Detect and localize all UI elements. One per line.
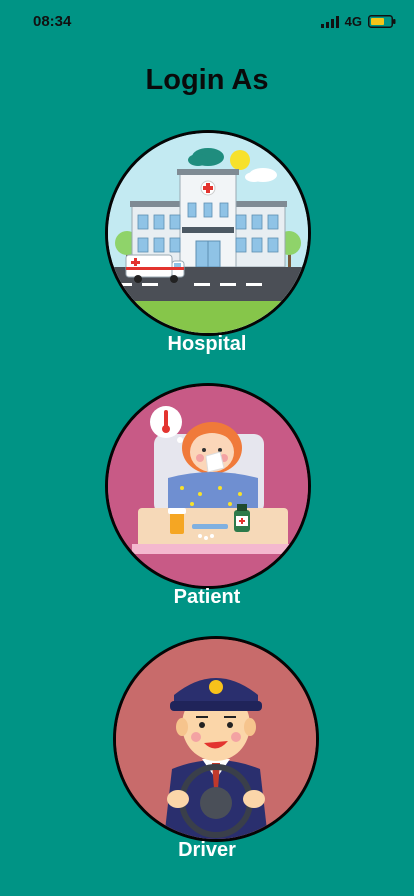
network-type: 4G	[344, 14, 362, 29]
battery-icon	[368, 15, 396, 28]
status-indicators: 4G	[320, 14, 396, 29]
hospital-label[interactable]: Hospital	[0, 333, 414, 356]
driver-label[interactable]: Driver	[0, 839, 414, 862]
hospital-avatar[interactable]	[105, 130, 311, 336]
status-time: 08:34	[33, 13, 72, 30]
hospital-illustration	[108, 133, 308, 333]
patient-label[interactable]: Patient	[0, 586, 414, 609]
login-option-hospital[interactable]: Hospital	[0, 128, 414, 358]
patient-avatar[interactable]	[105, 383, 311, 589]
signal-bars-icon	[320, 15, 339, 28]
driver-avatar[interactable]	[113, 636, 319, 842]
patient-illustration	[108, 386, 308, 586]
login-option-driver[interactable]: Driver	[0, 634, 414, 864]
page-title: Login As	[145, 64, 269, 96]
login-option-patient[interactable]: Patient	[0, 381, 414, 611]
status-bar: 08:34 4G	[0, 0, 414, 44]
driver-illustration	[116, 639, 316, 839]
